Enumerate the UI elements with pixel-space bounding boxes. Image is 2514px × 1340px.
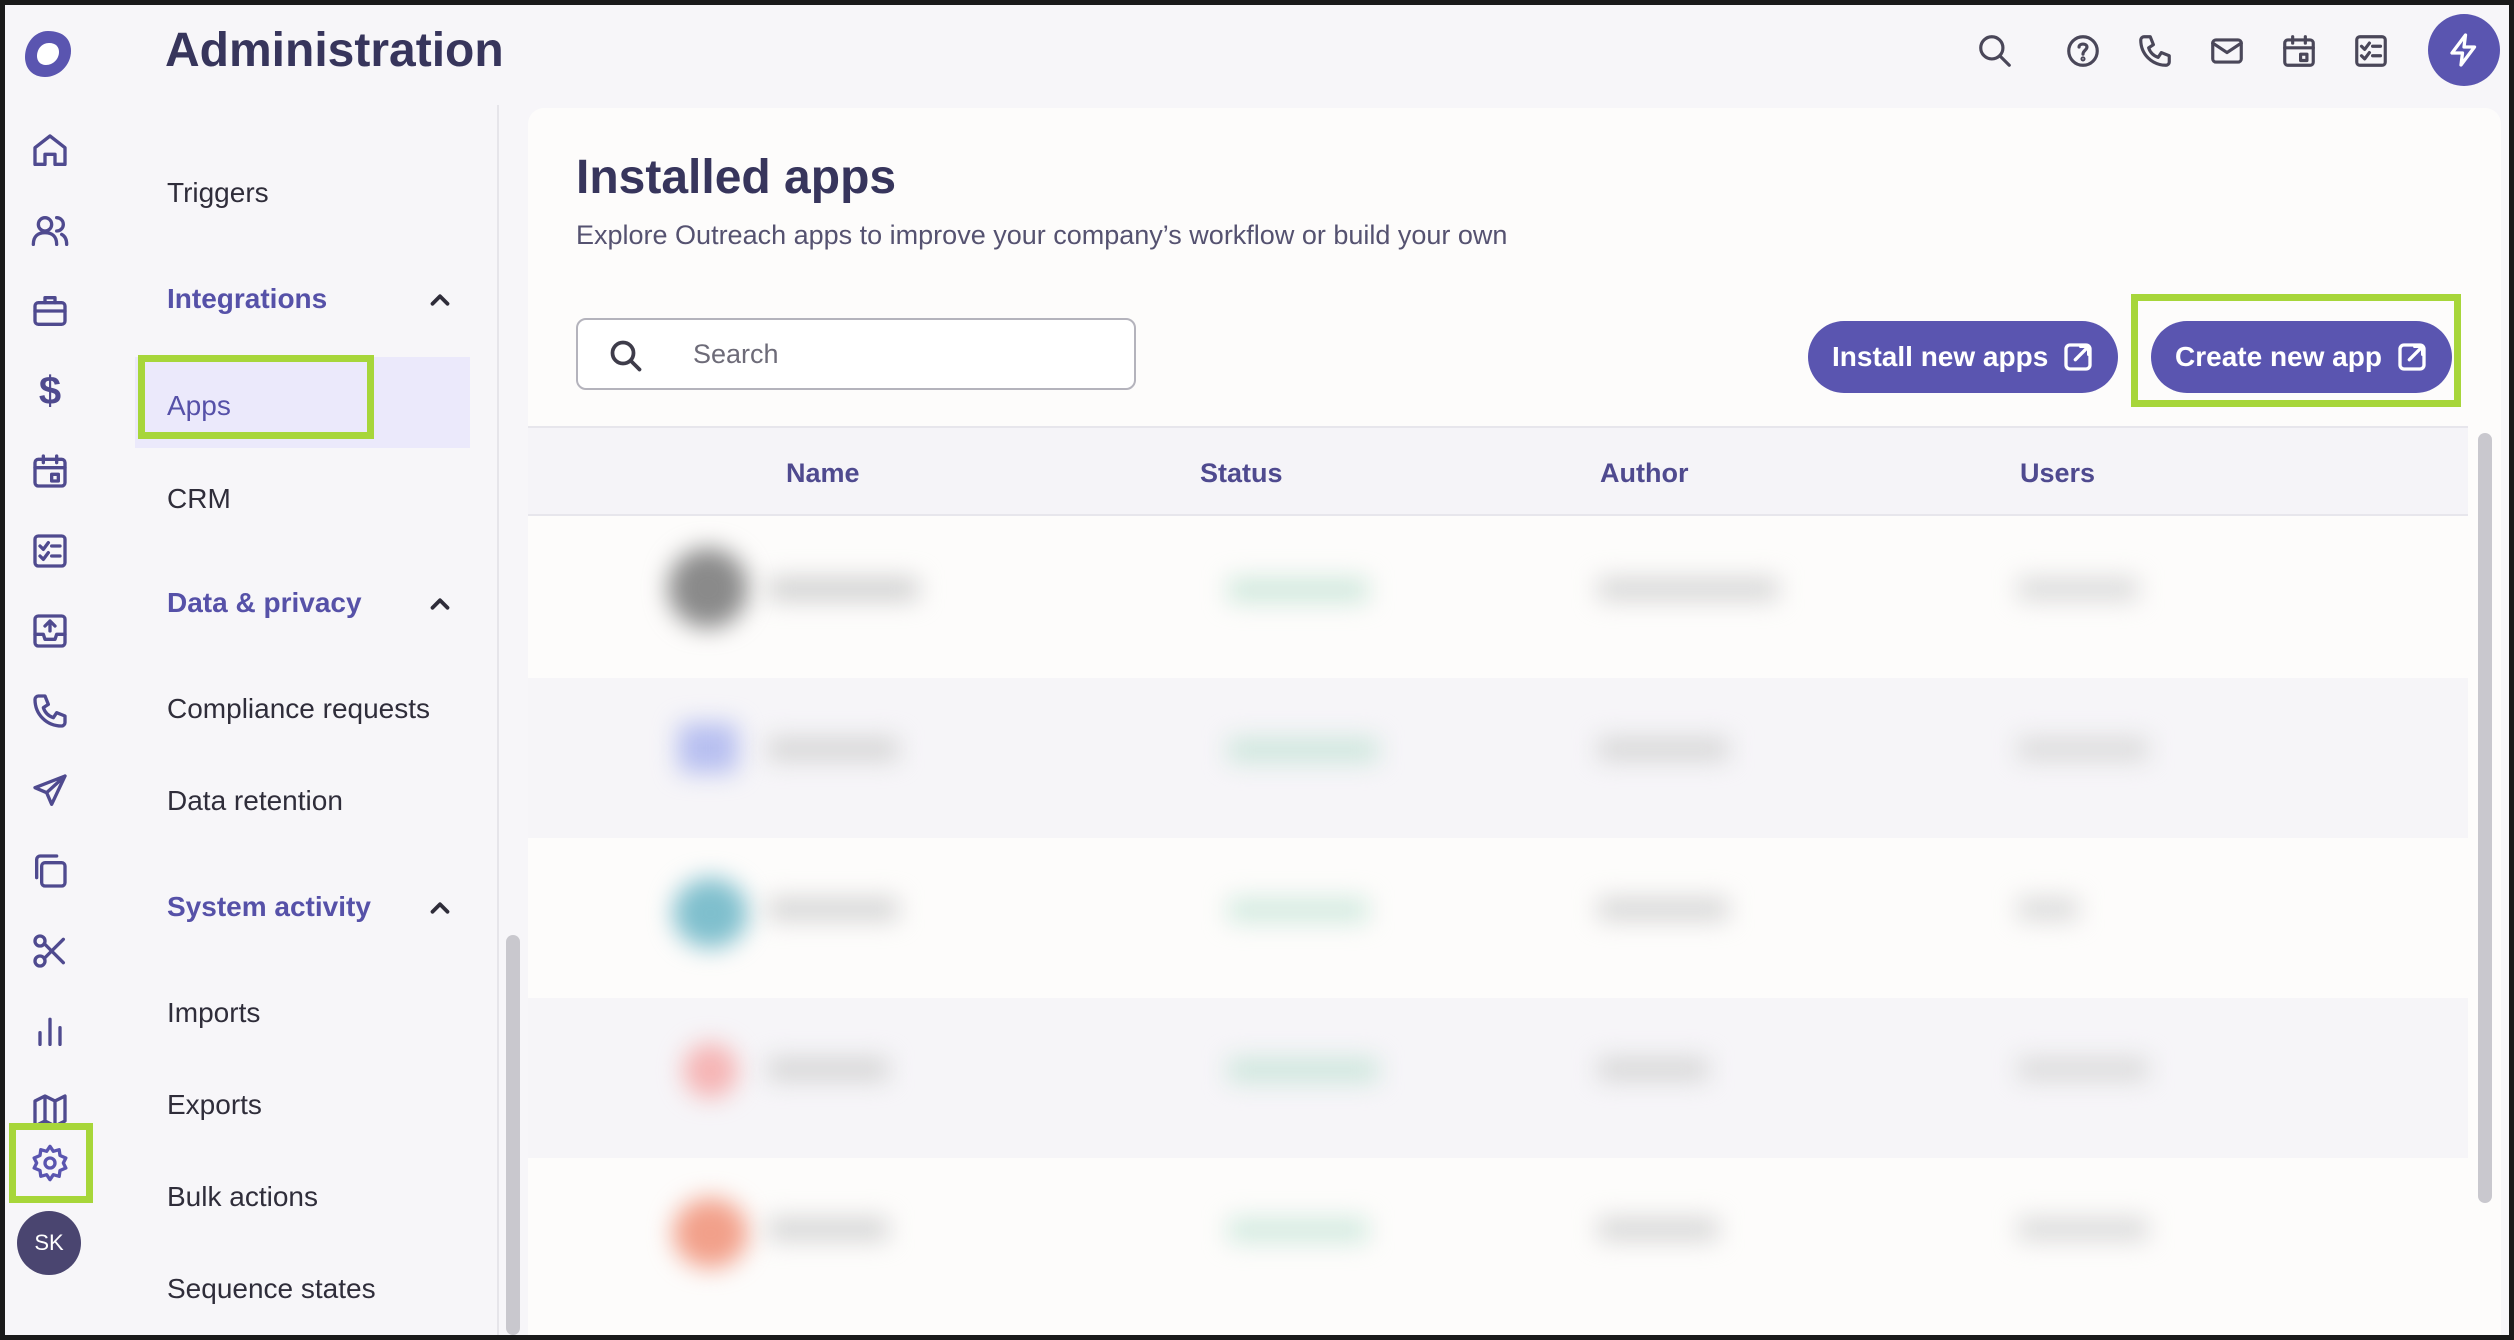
nav-item-exports[interactable]: Exports xyxy=(167,1089,262,1121)
table-row[interactable] xyxy=(528,998,2468,1158)
tasks-icon[interactable] xyxy=(2349,29,2393,73)
nav-group-integrations[interactable]: Integrations xyxy=(167,283,327,315)
section-title: Installed apps xyxy=(576,151,897,204)
column-header-status[interactable]: Status xyxy=(1200,458,1283,489)
outreach-logo[interactable] xyxy=(19,25,77,83)
phone-icon[interactable] xyxy=(26,687,74,735)
search-icon[interactable] xyxy=(1973,29,2017,73)
chevron-up-icon[interactable] xyxy=(425,589,455,619)
table-header: Name Status Author Users xyxy=(528,426,2468,516)
column-header-author[interactable]: Author xyxy=(1600,458,1688,489)
nav-item-retention[interactable]: Data retention xyxy=(167,785,343,817)
external-link-icon xyxy=(2064,343,2092,371)
avatar[interactable]: SK xyxy=(17,1211,81,1275)
nav-item-imports[interactable]: Imports xyxy=(167,997,260,1029)
tasks-icon[interactable] xyxy=(26,527,74,575)
icon-rail: $ SK xyxy=(5,5,95,1335)
search-field[interactable] xyxy=(576,318,1136,390)
table-row[interactable] xyxy=(528,838,2468,998)
nav-item-crm[interactable]: CRM xyxy=(167,483,231,515)
page-title: Administration xyxy=(165,24,504,77)
nav-group-system-activity[interactable]: System activity xyxy=(167,891,371,923)
phone-icon[interactable] xyxy=(2133,29,2177,73)
settings-nav: Triggers Integrations Apps CRM Data & pr… xyxy=(95,105,495,1335)
gear-highlight-box xyxy=(9,1123,93,1203)
search-input[interactable] xyxy=(693,336,1113,372)
nav-item-sequence-states[interactable]: Sequence states xyxy=(167,1273,376,1305)
inbox-upload-icon[interactable] xyxy=(26,607,74,655)
installed-apps-panel: Installed apps Explore Outreach apps to … xyxy=(528,108,2501,1335)
bar-chart-icon[interactable] xyxy=(26,1007,74,1055)
bolt-icon[interactable] xyxy=(2428,14,2500,86)
column-header-users[interactable]: Users xyxy=(2020,458,2095,489)
briefcase-icon[interactable] xyxy=(26,287,74,335)
copy-icon[interactable] xyxy=(26,847,74,895)
send-icon[interactable] xyxy=(26,767,74,815)
dollar-icon[interactable]: $ xyxy=(26,367,74,415)
table-row[interactable] xyxy=(528,518,2468,678)
nav-divider xyxy=(497,105,499,1335)
nav-item-compliance[interactable]: Compliance requests xyxy=(167,693,430,725)
table-scrollbar[interactable] xyxy=(2478,433,2492,1203)
create-highlight-box xyxy=(2131,294,2461,407)
nav-item-triggers[interactable]: Triggers xyxy=(167,177,269,209)
help-icon[interactable] xyxy=(2061,29,2105,73)
scissors-icon[interactable] xyxy=(26,927,74,975)
nav-scrollbar[interactable] xyxy=(506,935,520,1335)
column-header-name[interactable]: Name xyxy=(786,458,860,489)
install-new-apps-button[interactable]: Install new apps xyxy=(1808,321,2119,393)
people-icon[interactable] xyxy=(26,207,74,255)
calendar-icon[interactable] xyxy=(2277,29,2321,73)
table-row[interactable] xyxy=(528,678,2468,838)
apps-highlight-box xyxy=(138,355,374,439)
nav-group-data-privacy[interactable]: Data & privacy xyxy=(167,587,362,619)
table-row[interactable] xyxy=(528,1158,2468,1318)
section-subtitle: Explore Outreach apps to improve your co… xyxy=(576,220,1508,250)
mail-icon[interactable] xyxy=(2205,29,2249,73)
calendar-icon[interactable] xyxy=(26,447,74,495)
chevron-up-icon[interactable] xyxy=(425,893,455,923)
search-icon xyxy=(610,340,642,372)
nav-item-bulk-actions[interactable]: Bulk actions xyxy=(167,1181,318,1213)
app-window: $ SK Administration Triggers Integration… xyxy=(5,5,2509,1335)
home-icon[interactable] xyxy=(26,127,74,175)
chevron-up-icon[interactable] xyxy=(425,285,455,315)
install-new-apps-label: Install new apps xyxy=(1832,341,2049,372)
